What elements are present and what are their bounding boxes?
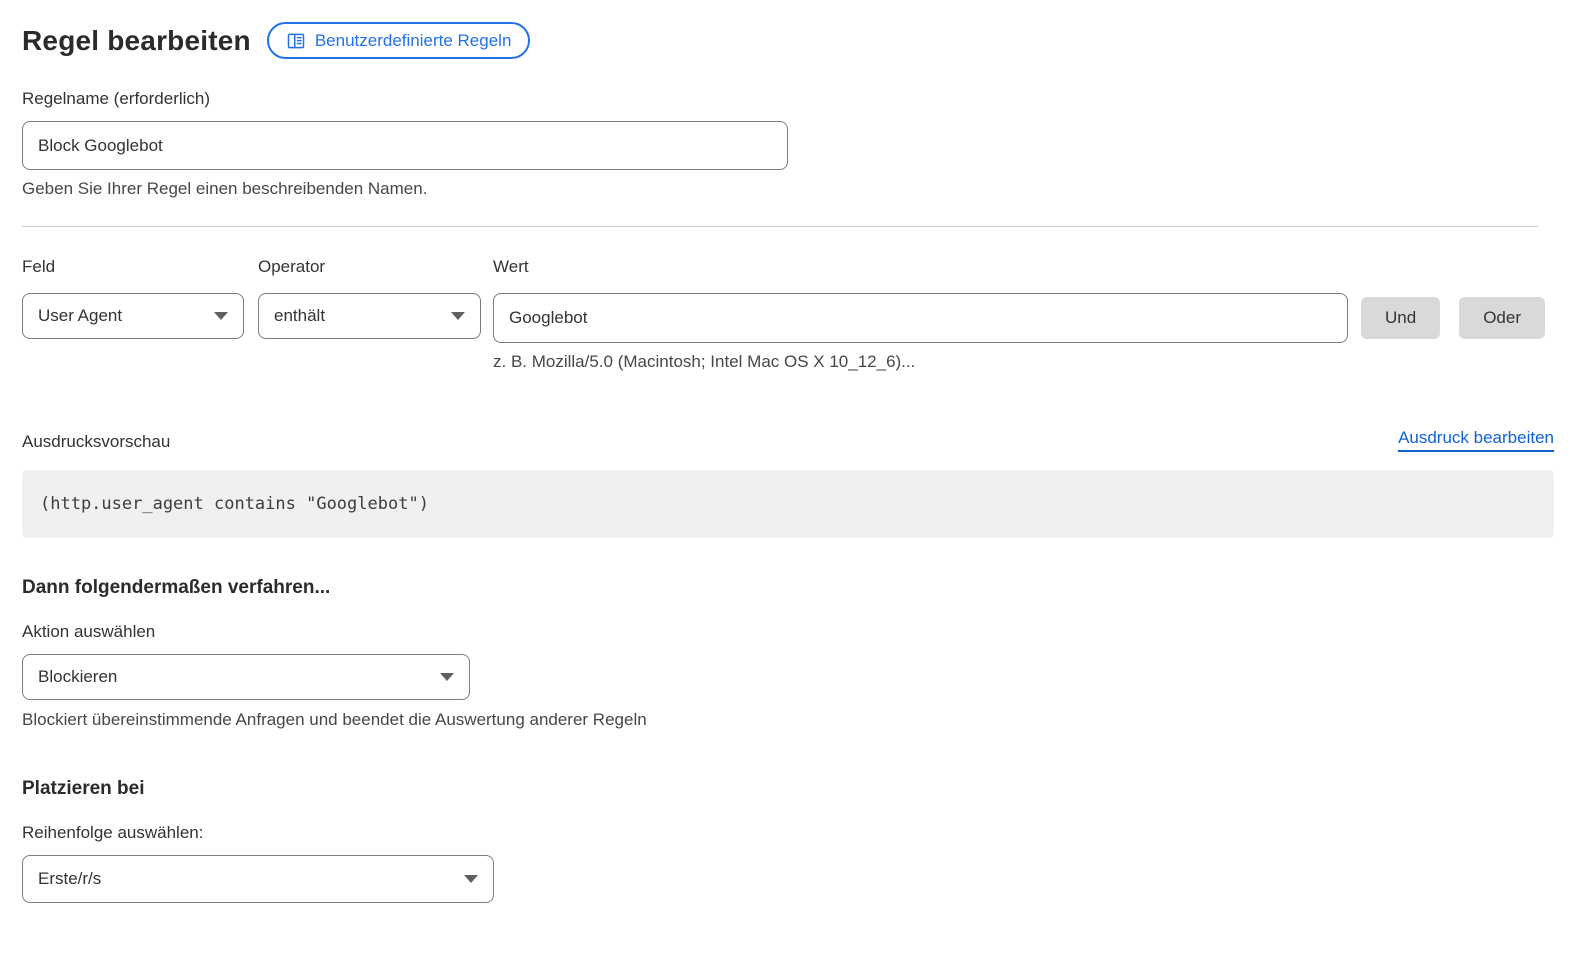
operator-column: Operator enthält <box>258 257 481 339</box>
condition-row: Feld User Agent Operator enthält Wert z.… <box>22 257 1554 372</box>
value-help: z. B. Mozilla/5.0 (Macintosh; Intel Mac … <box>493 352 1348 372</box>
expression-code: (http.user_agent contains "Googlebot") <box>40 494 429 514</box>
field-column: Feld User Agent <box>22 257 244 339</box>
book-icon <box>286 31 306 51</box>
title-row: Regel bearbeiten Benutzerdefinierte Rege… <box>22 22 1554 59</box>
field-select-value: User Agent <box>38 306 122 326</box>
rule-name-help: Geben Sie Ihrer Regel einen beschreibend… <box>22 179 1554 199</box>
and-button[interactable]: Und <box>1361 297 1440 339</box>
value-input[interactable] <box>493 293 1348 343</box>
action-heading: Dann folgendermaßen verfahren... <box>22 577 1554 599</box>
chevron-down-icon <box>214 312 228 320</box>
action-label: Aktion auswählen <box>22 622 1554 642</box>
edit-expression-link[interactable]: Ausdruck bearbeiten <box>1398 428 1554 452</box>
order-select-value: Erste/r/s <box>38 869 101 889</box>
action-help: Blockiert übereinstimmende Anfragen und … <box>22 710 1554 730</box>
rule-name-label: Regelname (erforderlich) <box>22 89 1554 109</box>
operator-label: Operator <box>258 257 481 277</box>
action-select[interactable]: Blockieren <box>22 654 470 700</box>
rule-name-input[interactable] <box>22 121 788 170</box>
rule-editor-page: Regel bearbeiten Benutzerdefinierte Rege… <box>0 0 1554 943</box>
chevron-down-icon <box>464 875 478 883</box>
rule-name-group: Regelname (erforderlich) Geben Sie Ihrer… <box>22 89 1554 199</box>
section-divider <box>22 226 1538 227</box>
custom-rules-badge-button[interactable]: Benutzerdefinierte Regeln <box>267 22 531 59</box>
order-select[interactable]: Erste/r/s <box>22 855 494 903</box>
operator-select-value: enthält <box>274 306 325 326</box>
placement-section: Platzieren bei Reihenfolge auswählen: Er… <box>22 778 1554 903</box>
chevron-down-icon <box>451 312 465 320</box>
value-label: Wert <box>493 257 1348 277</box>
action-section: Dann folgendermaßen verfahren... Aktion … <box>22 577 1554 730</box>
action-select-value: Blockieren <box>38 667 117 687</box>
order-label: Reihenfolge auswählen: <box>22 823 1554 843</box>
condition-buttons: Und Oder <box>1361 297 1545 339</box>
chevron-down-icon <box>440 673 454 681</box>
expression-preview-box: (http.user_agent contains "Googlebot") <box>22 470 1554 538</box>
value-column: Wert z. B. Mozilla/5.0 (Macintosh; Intel… <box>493 257 1348 372</box>
or-button[interactable]: Oder <box>1459 297 1545 339</box>
field-label: Feld <box>22 257 244 277</box>
placement-heading: Platzieren bei <box>22 778 1554 800</box>
expression-header: Ausdrucksvorschau Ausdruck bearbeiten <box>22 428 1554 452</box>
expression-preview-label: Ausdrucksvorschau <box>22 432 170 452</box>
operator-select[interactable]: enthält <box>258 293 481 339</box>
custom-rules-badge-label: Benutzerdefinierte Regeln <box>315 32 512 49</box>
page-title: Regel bearbeiten <box>22 25 251 57</box>
field-select[interactable]: User Agent <box>22 293 244 339</box>
